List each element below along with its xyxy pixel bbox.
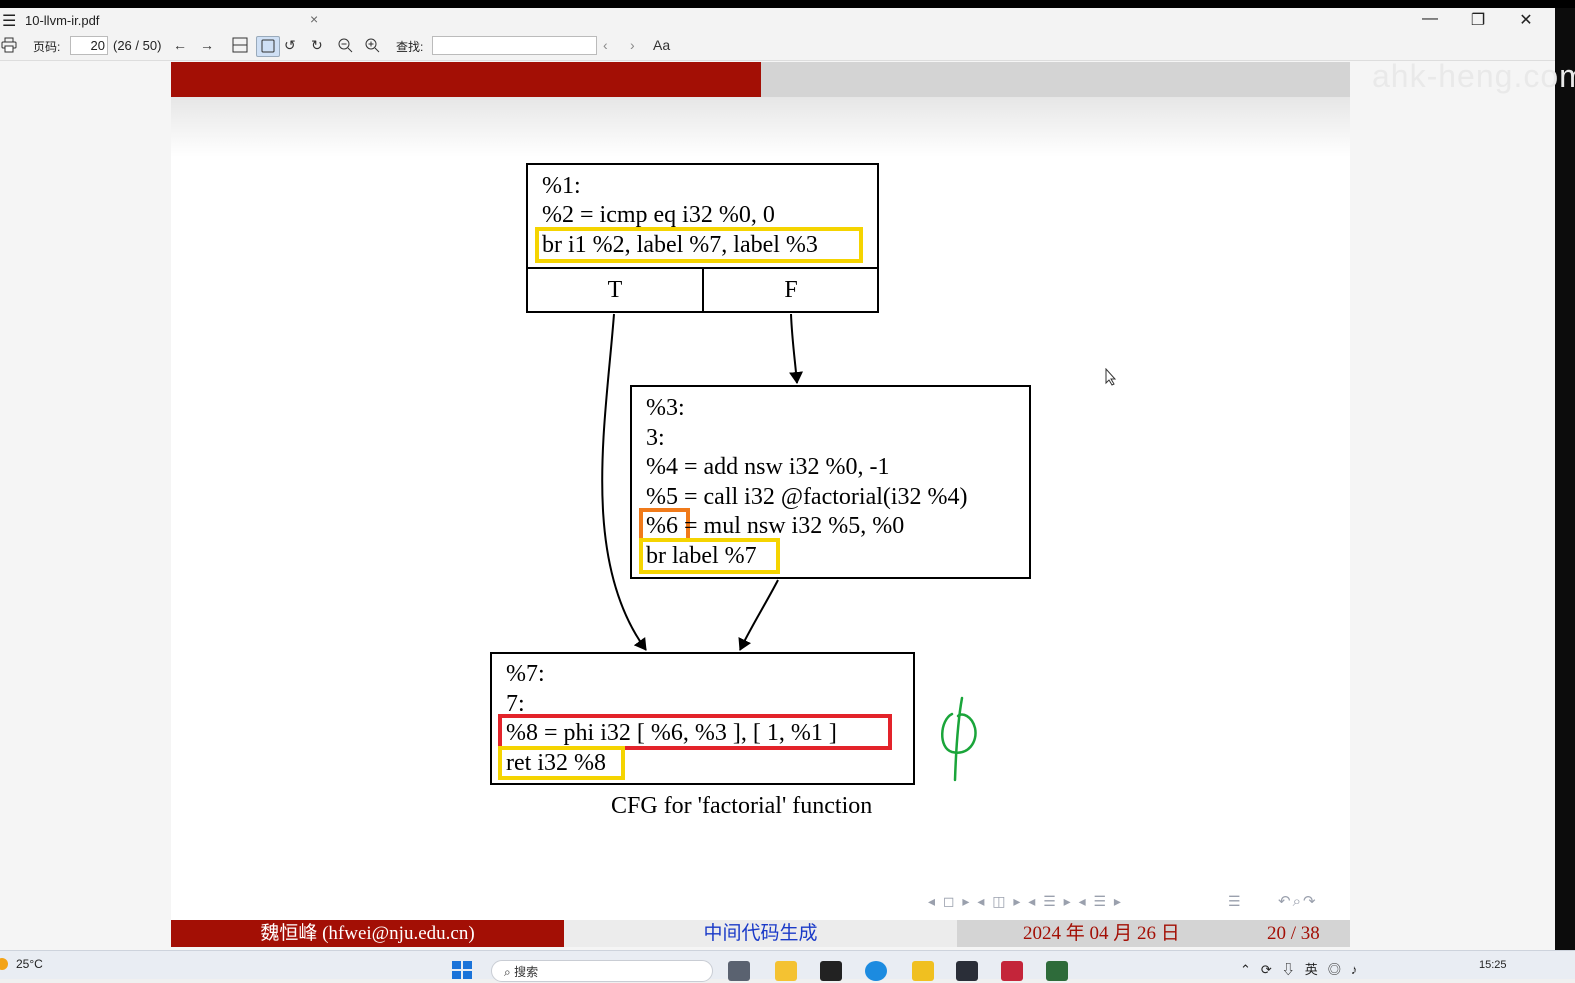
document-tab-title[interactable]: 10-llvm-ir.pdf bbox=[25, 13, 99, 28]
slide-header-bar-gray bbox=[761, 62, 1350, 97]
screen-right-edge bbox=[1555, 8, 1575, 958]
pdf-toolbar: 页码: 20 (26 / 50) ← → ↺ ↻ 查找: ‹ › Aa bbox=[0, 32, 1555, 61]
beamer-outline-icon[interactable]: ☰ bbox=[1228, 893, 1241, 910]
single-page-view-icon[interactable] bbox=[256, 36, 280, 57]
file-explorer-icon[interactable] bbox=[775, 961, 797, 981]
prev-page-icon[interactable]: ← bbox=[173, 37, 187, 53]
print-icon[interactable] bbox=[1, 37, 17, 56]
app-icon-4[interactable] bbox=[1046, 961, 1068, 981]
taskbar-search-placeholder: 搜索 bbox=[514, 965, 539, 979]
footer-author: 魏恒峰 (hfwei@nju.edu.cn) bbox=[171, 920, 564, 947]
page-count: (26 / 50) bbox=[113, 38, 162, 53]
temperature: 25°C bbox=[16, 957, 43, 971]
browser-icon[interactable] bbox=[865, 961, 887, 981]
search-icon: ⌕ bbox=[504, 965, 511, 979]
menu-icon[interactable]: ☰ bbox=[2, 11, 16, 31]
app-icon-1[interactable] bbox=[820, 961, 842, 981]
taskbar-clock[interactable]: 15:25 bbox=[1479, 959, 1507, 971]
tab-close-icon[interactable]: × bbox=[310, 11, 318, 27]
ime-indicator[interactable]: 英 bbox=[1305, 962, 1328, 977]
search-prev-icon[interactable]: ‹ bbox=[603, 37, 608, 53]
close-window-button[interactable]: ✕ bbox=[1511, 10, 1541, 30]
task-view-icon[interactable] bbox=[728, 961, 750, 981]
search-next-icon[interactable]: › bbox=[630, 37, 635, 53]
terminal-icon[interactable] bbox=[956, 961, 978, 981]
system-tray[interactable]: ⌃⟳⇩英◎♪ bbox=[1240, 959, 1367, 978]
app-icon-2[interactable] bbox=[912, 961, 934, 981]
windows-start-icon[interactable] bbox=[452, 961, 472, 979]
figure-caption: CFG for 'factorial' function bbox=[611, 793, 873, 819]
rotate-right-icon[interactable]: ↻ bbox=[311, 37, 323, 54]
search-input[interactable] bbox=[432, 36, 597, 55]
page-number-input[interactable]: 20 bbox=[70, 36, 108, 55]
app-icon-3[interactable] bbox=[1001, 961, 1023, 981]
title-bar: ☰ 10-llvm-ir.pdf × — ❐ ✕ bbox=[0, 8, 1555, 32]
beamer-search-icons[interactable]: ↶⌕↷ bbox=[1278, 892, 1318, 910]
screen-top-edge bbox=[0, 0, 1575, 8]
rotate-left-icon[interactable]: ↺ bbox=[284, 37, 296, 54]
slide-header-bar bbox=[171, 62, 761, 97]
search-label: 查找: bbox=[396, 40, 424, 54]
two-page-view-icon[interactable] bbox=[232, 37, 248, 56]
weather-widget[interactable]: 25°C bbox=[0, 957, 43, 971]
watermark-text: ahk-heng.com bbox=[1372, 58, 1575, 94]
match-case-button[interactable]: Aa bbox=[653, 37, 670, 53]
taskbar-search-box[interactable]: ⌕ 搜索 bbox=[491, 960, 713, 982]
zoom-out-icon[interactable] bbox=[337, 37, 353, 56]
page-label: 页码: bbox=[33, 40, 61, 54]
zoom-in-icon[interactable] bbox=[364, 37, 380, 56]
mouse-cursor-icon bbox=[1105, 367, 1117, 391]
footer-date-page: 2024 年 04 月 26 日 20 / 38 bbox=[957, 920, 1350, 947]
footer-page-number: 20 / 38 bbox=[1267, 923, 1320, 944]
footer-topic: 中间代码生成 bbox=[564, 920, 957, 947]
footer-date: 2024 年 04 月 26 日 bbox=[1023, 923, 1180, 944]
slide-header-shade bbox=[171, 97, 1350, 157]
windows-taskbar: 25°C ⌕ 搜索 ⌃⟳⇩英◎♪ 15:25 bbox=[0, 950, 1575, 982]
restore-button[interactable]: ❐ bbox=[1463, 10, 1493, 30]
minimize-button[interactable]: — bbox=[1415, 10, 1445, 28]
sun-icon bbox=[0, 958, 8, 970]
beamer-navigation-icons[interactable]: ◂ ◻ ▸ ◂ ◫ ▸ ◂ ☰ ▸ ◂ ☰ ▸ bbox=[928, 893, 1123, 910]
next-page-icon[interactable]: → bbox=[200, 37, 214, 53]
